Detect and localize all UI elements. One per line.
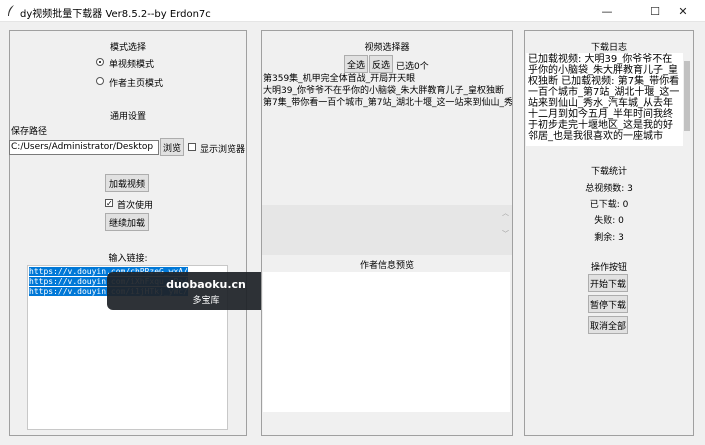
show-browser-label: 显示浏览器 xyxy=(200,145,246,155)
title-bar: dy视频批量下载器 Ver8.5.2--by Erdon7c — ☐ ✕ xyxy=(0,0,705,22)
author-info-title: 作者信息预览 xyxy=(359,261,414,271)
load-video-button[interactable]: 加载视频 xyxy=(105,174,149,192)
first-use-checkbox[interactable]: ✓ xyxy=(105,199,113,208)
select-all-button[interactable]: 全选 xyxy=(344,55,368,73)
log-scroll-thumb[interactable] xyxy=(684,61,690,131)
single-mode-label: 单视频模式 xyxy=(109,60,155,70)
close-button[interactable]: ✕ xyxy=(661,0,705,22)
window-title: dy视频批量下载器 Ver8.5.2--by Erdon7c xyxy=(20,9,211,20)
start-download-button[interactable]: 开始下载 xyxy=(588,274,628,292)
author-info-box xyxy=(263,272,510,412)
log-scrollbar[interactable] xyxy=(683,53,691,146)
input-links-label: 输入链接: xyxy=(108,254,148,264)
log-panel: 下载日志 已加载视频: 大明39_你爷爷不在乎你的小脑袋_朱大胖教育儿子_皇权独… xyxy=(524,30,694,436)
list-item[interactable]: 第359集_机甲完全体首战_开局开天眼 xyxy=(262,73,512,85)
cancel-all-button[interactable]: 取消全部 xyxy=(588,316,628,334)
author-mode-label: 作者主页模式 xyxy=(109,79,164,89)
minimize-button[interactable]: — xyxy=(585,0,629,22)
browse-button[interactable]: 浏览 xyxy=(160,138,184,156)
video-selector-panel: 视频选择器 全选 反选 已选0个 第359集_机甲完全体首战_开局开天眼 大明3… xyxy=(261,30,513,436)
settings-panel: 模式选择 单视频模式 作者主页模式 通用设置 保存路径 C:/Users/Adm… xyxy=(9,30,247,436)
ops-title: 操作按钮 xyxy=(590,263,627,273)
log-textarea[interactable]: 已加载视频: 大明39_你爷爷不在乎你的小脑袋_朱大胖教育儿子_皇权独断 已加载… xyxy=(526,53,683,146)
mode-section-title: 模式选择 xyxy=(109,43,146,53)
log-content: 已加载视频: 大明39_你爷爷不在乎你的小脑袋_朱大胖教育儿子_皇权独断 已加载… xyxy=(528,54,680,142)
save-path-input[interactable]: C:/Users/Administrator/Desktop xyxy=(9,140,159,155)
scroll-down-icon[interactable]: ﹀ xyxy=(502,229,509,239)
selector-title: 视频选择器 xyxy=(364,43,410,53)
log-title: 下载日志 xyxy=(590,43,627,53)
total-videos: 总视频数: 3 xyxy=(585,184,633,194)
scroll-up-icon[interactable]: ︿ xyxy=(502,208,509,218)
video-list-scroll-area xyxy=(262,205,512,255)
invert-selection-button[interactable]: 反选 xyxy=(369,55,393,73)
downloaded-count: 已下载: 0 xyxy=(589,200,629,210)
list-item[interactable]: 第7集_带你看一百个城市_第7站_湖北十堰_这一站来到仙山_秀水_汽车城 xyxy=(262,97,512,109)
pause-download-button[interactable]: 暂停下载 xyxy=(588,295,628,313)
first-use-label: 首次使用 xyxy=(117,201,154,211)
continue-load-button[interactable]: 继续加载 xyxy=(105,213,149,231)
general-section-title: 通用设置 xyxy=(109,112,146,122)
video-list[interactable]: 第359集_机甲完全体首战_开局开天眼 大明39_你爷爷不在乎你的小脑袋_朱大胖… xyxy=(262,73,512,203)
save-path-label: 保存路径 xyxy=(11,127,48,137)
show-browser-checkbox[interactable] xyxy=(188,143,196,151)
failed-count: 失败: 0 xyxy=(594,216,624,226)
list-item[interactable]: 大明39_你爷爷不在乎你的小脑袋_朱大胖教育儿子_皇权独断 xyxy=(262,85,512,97)
stats-title: 下载统计 xyxy=(590,167,627,177)
author-mode-radio[interactable] xyxy=(96,77,104,85)
selected-count: 已选0个 xyxy=(396,62,429,72)
remaining-count: 剩余: 3 xyxy=(594,233,624,243)
feather-icon xyxy=(8,5,14,16)
single-mode-radio[interactable] xyxy=(96,58,104,66)
